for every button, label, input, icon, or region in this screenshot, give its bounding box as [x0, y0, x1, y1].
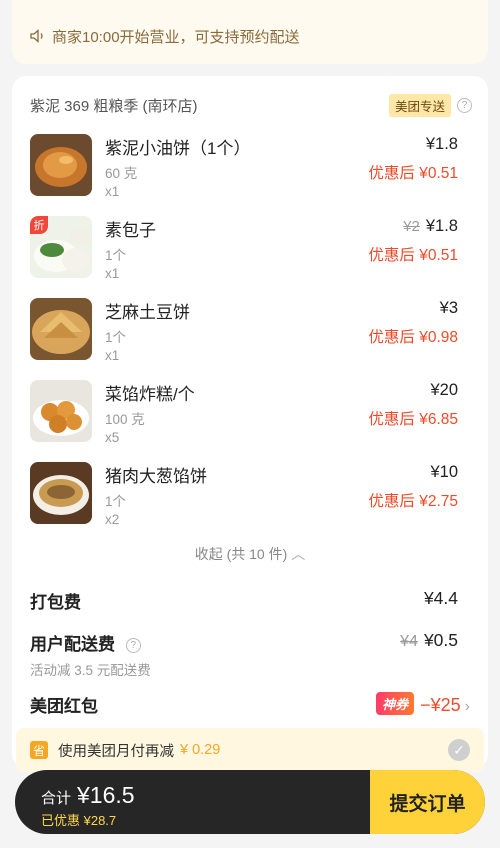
delivery-fee-discount-note: 活动减 3.5 元配送费 [30, 663, 151, 678]
cart-item[interactable]: 猪肉大葱馅饼 1个 x2 ¥10 优惠后 ¥2.75 [30, 462, 470, 532]
item-spec: 1个 [105, 330, 127, 345]
fried-cake-image [30, 134, 92, 196]
savings-icon: 省 [30, 741, 48, 759]
checkout-bar: 合计 ¥16.5 已优惠 ¥28.7 提交订单 [15, 770, 485, 834]
item-price-row: ¥20 [430, 381, 458, 400]
business-hours-notice: 商家10:00开始营业，可支持预约配送 [12, 0, 488, 64]
cart-item[interactable]: 芝麻土豆饼 1个 x1 ¥3 优惠后 ¥0.98 [30, 298, 470, 368]
speaker-icon [30, 29, 43, 43]
chevron-up-icon: ︿ [291, 546, 306, 562]
collapse-items-button[interactable]: 收起 (共 10 件) ︿ [12, 544, 488, 564]
item-name: 素包子 [105, 221, 156, 240]
item-discounted-price: 优惠后 ¥0.98 [368, 329, 458, 346]
item-price-row: ¥2 ¥1.8 [403, 217, 458, 236]
super-coupon-badge: 神券 [376, 692, 415, 715]
delivery-badge: 美团专送 [388, 93, 451, 117]
delivery-fee-value: ¥0.5 [423, 630, 458, 650]
monthly-pay-row[interactable]: 省 使用美团月付再减 ¥ 0.29 ✓ [16, 728, 484, 772]
item-spec: 1个 [105, 248, 127, 263]
item-discounted-price: 优惠后 ¥0.51 [368, 247, 458, 264]
delivery-fee-label: 用户配送费 [30, 635, 115, 654]
discount-tag: 折 [30, 216, 48, 234]
monthly-pay-amount: ¥ 0.29 [180, 742, 221, 758]
total-value: ¥16.5 [77, 782, 135, 808]
shop-header: 紫泥 369 粗粮季 (南环店) 美团专送 ? [30, 93, 472, 117]
item-quantity: x2 [105, 512, 120, 527]
item-quantity: x1 [105, 184, 120, 199]
cart-item[interactable]: 紫泥小油饼（1个） 60 克 x1 ¥1.8 优惠后 ¥0.51 [30, 134, 470, 204]
item-spec: 100 克 [105, 412, 145, 427]
item-price-row: ¥10 [430, 463, 458, 482]
red-packet-row[interactable]: 美团红包 神券 −¥25 › [30, 692, 470, 717]
help-icon[interactable]: ? [457, 97, 472, 113]
item-discounted-price: 优惠后 ¥2.75 [368, 493, 458, 510]
item-price: ¥10 [430, 463, 458, 481]
item-original-price: ¥2 [403, 218, 420, 235]
cart-item[interactable]: 菜馅炸糕/个 100 克 x5 ¥20 优惠后 ¥6.85 [30, 380, 470, 450]
item-name: 芝麻土豆饼 [105, 303, 190, 322]
packing-fee-value: ¥4.4 [423, 588, 458, 608]
red-packet-value: −¥25 [420, 695, 461, 715]
help-icon[interactable]: ? [125, 638, 141, 653]
item-spec: 1个 [105, 494, 127, 509]
submit-order-button[interactable]: 提交订单 [370, 770, 485, 834]
delivery-fee-row: 用户配送费 ? ¥4 ¥0.5 活动减 3.5 元配送费 [30, 630, 470, 679]
item-quantity: x1 [105, 348, 120, 363]
shop-name[interactable]: 紫泥 369 粗粮季 (南环店) [30, 95, 198, 116]
item-price-row: ¥1.8 [426, 135, 458, 154]
delivery-fee-value-row: ¥4 ¥0.5 [400, 630, 458, 651]
item-price: ¥3 [439, 299, 458, 317]
total-label: 合计 [41, 790, 72, 807]
order-card: 紫泥 369 粗粮季 (南环店) 美团专送 ? 紫泥小油饼（1个） 60 克 x… [12, 76, 488, 772]
item-price: ¥1.8 [425, 135, 458, 153]
monthly-pay-text: 使用美团月付再减 [58, 743, 174, 760]
fried-dumplings-image [30, 380, 92, 442]
item-name: 菜馅炸糕/个 [105, 385, 195, 404]
steamed-bun-image: 折 [30, 216, 92, 278]
total-line: 合计 ¥16.5 [41, 782, 135, 809]
item-discounted-price: 优惠后 ¥6.85 [368, 411, 458, 428]
delivery-fee-original: ¥4 [400, 633, 418, 650]
saved-amount: 已优惠 ¥28.7 [41, 813, 117, 828]
collapse-label: 收起 (共 10 件) [194, 546, 288, 562]
packing-fee-label: 打包费 [30, 593, 81, 612]
notice-text: 商家10:00开始营业，可支持预约配送 [52, 28, 300, 46]
sesame-potato-pancake-image [30, 298, 92, 360]
item-price: ¥1.8 [425, 217, 458, 235]
item-name: 猪肉大葱馅饼 [105, 467, 207, 486]
chevron-right-icon: › [464, 698, 470, 715]
meat-pie-image [30, 462, 92, 524]
red-packet-value-row: 神券 −¥25 › [376, 692, 470, 716]
item-quantity: x5 [105, 430, 120, 445]
item-price: ¥20 [430, 381, 458, 399]
item-spec: 60 克 [105, 166, 138, 181]
cart-item[interactable]: 折 素包子 1个 x1 ¥2 ¥1.8 优惠后 ¥0.51 [30, 216, 470, 286]
item-quantity: x1 [105, 266, 120, 281]
item-name: 紫泥小油饼（1个） [105, 139, 251, 158]
item-price-row: ¥3 [440, 299, 458, 318]
item-discounted-price: 优惠后 ¥0.51 [368, 165, 458, 182]
checkmark-icon[interactable]: ✓ [448, 739, 470, 761]
packing-fee-row: 打包费 ¥4.4 [30, 588, 470, 613]
